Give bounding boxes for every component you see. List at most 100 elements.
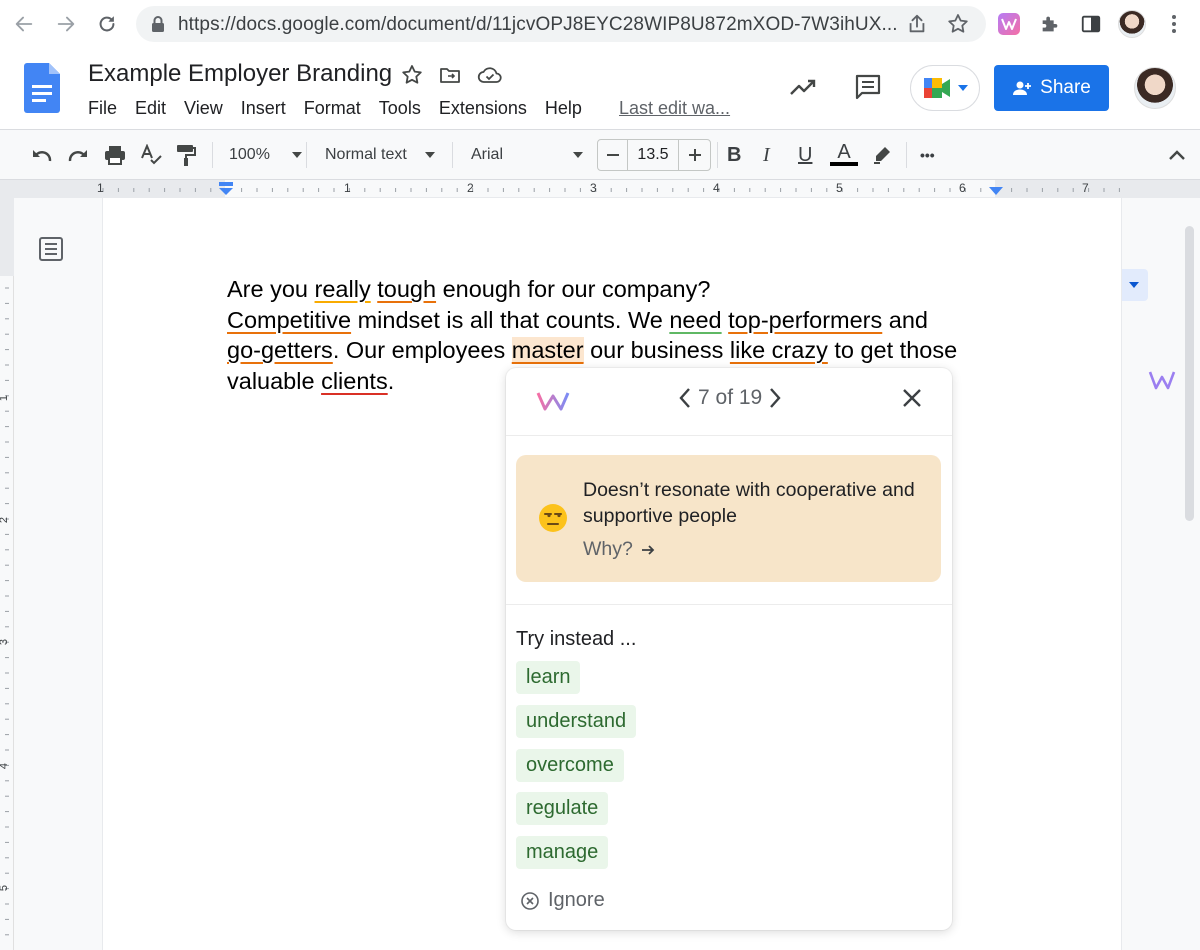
redo-icon[interactable] — [66, 142, 90, 168]
decrease-font-size-button[interactable] — [598, 140, 628, 170]
chevron-left-icon[interactable] — [678, 387, 692, 409]
ruler-label: 5 — [0, 885, 10, 891]
star-icon[interactable] — [400, 63, 424, 87]
activity-trend-icon[interactable] — [788, 74, 818, 100]
ruler-label: 4 — [713, 181, 720, 195]
collapse-icon[interactable] — [1168, 142, 1186, 168]
meet-button[interactable] — [910, 65, 980, 111]
font-family-select[interactable]: Arial — [471, 142, 584, 168]
ruler-label: 6 — [959, 181, 966, 195]
outline-icon[interactable] — [38, 236, 64, 262]
flagged-word[interactable]: like crazy — [730, 337, 828, 363]
menu-bar: File Edit View Insert Format Tools Exten… — [88, 98, 600, 119]
suggestion-chip[interactable]: learn — [516, 661, 581, 694]
flagged-word[interactable]: need — [669, 307, 721, 333]
ruler-label: 1 — [0, 395, 10, 401]
spellcheck-icon[interactable] — [139, 142, 163, 168]
flagged-word[interactable]: clients — [321, 368, 388, 394]
suggestion-chip[interactable]: overcome — [516, 749, 624, 782]
close-icon[interactable] — [902, 388, 922, 408]
side-panel-icon[interactable] — [1077, 10, 1105, 38]
issue-message-card: Doesn’t resonate with cooperative and su… — [516, 455, 941, 582]
lock-icon — [150, 15, 166, 33]
menu-view[interactable]: View — [184, 98, 223, 119]
url-text: https://docs.google.com/document/d/11jcv… — [178, 14, 898, 35]
chevron-right-icon[interactable] — [768, 387, 782, 409]
text-color-button[interactable]: A — [830, 142, 858, 168]
print-icon[interactable] — [103, 142, 127, 168]
menu-insert[interactable]: Insert — [241, 98, 286, 119]
docs-logo-icon[interactable] — [24, 63, 60, 113]
ignore-button[interactable]: Ignore — [520, 889, 605, 912]
more-options-button[interactable]: ••• — [920, 142, 935, 168]
share-page-icon[interactable] — [906, 12, 928, 36]
profile-avatar[interactable] — [1118, 10, 1146, 38]
suggestion-chip[interactable]: regulate — [516, 792, 609, 825]
issue-counter: 7 of 19 — [678, 386, 782, 410]
ruler-label: 5 — [836, 181, 843, 195]
undo-icon[interactable] — [30, 142, 54, 168]
divider — [506, 604, 952, 605]
popup-header: 7 of 19 — [506, 368, 952, 436]
suggestion-popup: 7 of 19 Doesn’t resonate with cooperativ… — [506, 368, 952, 930]
ruler-label: 3 — [0, 639, 10, 645]
flagged-word[interactable]: top-performers — [728, 307, 882, 333]
menu-tools[interactable]: Tools — [379, 98, 421, 119]
ruler-label: 7 — [1082, 181, 1089, 195]
flagged-word[interactable]: go-getters — [227, 337, 333, 363]
highlighter-icon[interactable] — [871, 142, 893, 168]
document-title[interactable]: Example Employer Branding — [88, 60, 392, 88]
back-arrow-icon[interactable] — [10, 10, 38, 38]
forward-arrow-icon[interactable] — [52, 10, 80, 38]
menu-edit[interactable]: Edit — [135, 98, 166, 119]
witty-logo-icon[interactable] — [1148, 370, 1176, 390]
ruler-label: 3 — [590, 181, 597, 195]
browser-toolbar: https://docs.google.com/document/d/11jcv… — [0, 0, 1200, 48]
increase-font-size-button[interactable] — [678, 140, 710, 170]
chevron-down-icon — [573, 152, 584, 158]
move-folder-icon[interactable] — [438, 63, 462, 87]
menu-format[interactable]: Format — [304, 98, 361, 119]
text-color-glyph: A — [837, 141, 851, 163]
flagged-word[interactable]: really — [315, 276, 371, 302]
suggestion-chip[interactable]: understand — [516, 705, 637, 738]
flagged-word[interactable]: Competitive — [227, 307, 351, 333]
chrome-menu-icon[interactable] — [1160, 10, 1188, 38]
unamused-emoji-icon — [538, 503, 568, 533]
style-value: Normal text — [325, 146, 407, 163]
ignore-circle-x-icon — [521, 891, 539, 910]
comments-icon[interactable] — [853, 72, 883, 102]
bold-button[interactable]: B — [727, 142, 741, 168]
try-instead-label: Try instead ... — [516, 628, 637, 650]
italic-button[interactable]: I — [763, 142, 770, 168]
bookmark-star-icon[interactable] — [946, 12, 970, 36]
menu-help[interactable]: Help — [545, 98, 582, 119]
paragraph-line: Competitive mindset is all that counts. … — [227, 306, 929, 333]
scrollbar[interactable] — [1185, 226, 1194, 521]
reload-icon[interactable] — [93, 10, 121, 38]
underline-button[interactable]: U — [798, 142, 812, 168]
right-indent-marker[interactable] — [989, 187, 1003, 195]
share-button[interactable]: Share — [994, 65, 1109, 111]
paragraph-line: go-getters. Our employees master our bus… — [227, 337, 958, 363]
last-edit-link[interactable]: Last edit wa... — [619, 98, 730, 119]
issue-message: Doesn’t resonate with cooperative and su… — [583, 479, 915, 527]
account-avatar[interactable] — [1134, 67, 1176, 109]
cloud-status-icon[interactable] — [477, 63, 503, 87]
paint-format-icon[interactable] — [175, 142, 197, 168]
why-link[interactable]: Why? — [583, 538, 655, 561]
font-size-input[interactable]: 13.5 — [628, 140, 678, 170]
witty-logo-icon — [536, 390, 570, 412]
left-indent-marker[interactable] — [219, 182, 233, 196]
vertical-ruler: 1 2 3 4 5 — [0, 198, 14, 950]
suggestion-chip[interactable]: manage — [516, 836, 609, 869]
extensions-puzzle-icon[interactable] — [1036, 10, 1064, 38]
menu-file[interactable]: File — [88, 98, 117, 119]
flagged-word-active[interactable]: master — [511, 337, 584, 363]
witty-extension-icon[interactable] — [995, 10, 1023, 38]
flagged-word[interactable]: tough — [377, 276, 436, 302]
address-bar[interactable]: https://docs.google.com/document/d/11jcv… — [136, 6, 986, 42]
paragraph-style-select[interactable]: Normal text — [325, 142, 435, 168]
menu-extensions[interactable]: Extensions — [439, 98, 527, 119]
zoom-select[interactable]: 100% — [229, 142, 302, 168]
